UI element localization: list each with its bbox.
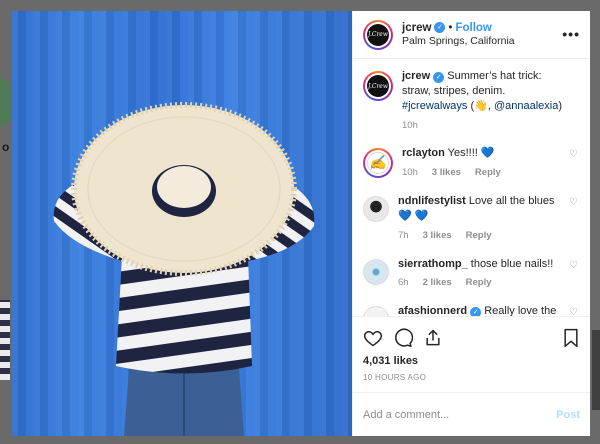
comment-item: ✍ rclayton Yes!!!! 💙 10h 3 likes Reply ♡ xyxy=(363,146,580,180)
comment-text: Really love the xyxy=(484,305,557,317)
author-username[interactable]: jcrew xyxy=(402,21,431,35)
backdrop-thumbnail xyxy=(0,78,12,126)
caption-hashtag[interactable]: #jcrewalways xyxy=(402,100,467,112)
like-comment-heart-icon[interactable]: ♡ xyxy=(569,149,578,160)
caption-mention[interactable]: @annaalexia xyxy=(494,100,558,112)
comment-input[interactable] xyxy=(363,408,557,421)
comment-time[interactable]: 6h xyxy=(398,277,409,290)
caption-paren-close: ) xyxy=(558,99,563,112)
comment-time[interactable]: 10h xyxy=(402,167,418,180)
post-header: J.Crew jcrew ✓ • Follow Palm Springs, Ca… xyxy=(353,11,590,59)
caption: J.Crew jcrew ✓ Summer’s hat trick: straw… xyxy=(363,69,580,132)
backdrop-image-right xyxy=(592,330,600,410)
caption-paren-open: (👋, xyxy=(470,99,491,112)
avatar-logo: ✍ xyxy=(367,152,389,175)
verified-badge-icon: ✓ xyxy=(433,72,445,84)
avatar-logo: J.Crew xyxy=(367,75,389,97)
backdrop-text: o xyxy=(2,140,10,154)
comments-list[interactable]: J.Crew jcrew ✓ Summer’s hat trick: straw… xyxy=(353,59,590,317)
likes-count[interactable]: 4,031 likes xyxy=(363,355,580,367)
post-details-panel: J.Crew jcrew ✓ • Follow Palm Springs, Ca… xyxy=(352,11,590,436)
like-comment-heart-icon[interactable]: ♡ xyxy=(569,307,578,316)
bookmark-icon[interactable] xyxy=(562,328,580,348)
add-comment-bar: Post xyxy=(353,392,590,436)
reply-button[interactable]: Reply xyxy=(466,230,492,243)
comment-likes[interactable]: 3 likes xyxy=(423,230,452,243)
post-location[interactable]: Palm Springs, California xyxy=(402,35,515,48)
author-avatar[interactable]: J.Crew xyxy=(363,19,393,50)
photo-illustration xyxy=(53,102,315,436)
comment-likes[interactable]: 2 likes xyxy=(423,277,452,290)
caption-time[interactable]: 10h xyxy=(402,120,418,133)
backdrop-image xyxy=(0,300,10,380)
heart-icon[interactable] xyxy=(363,328,383,348)
comment-icon[interactable] xyxy=(393,328,413,348)
comment-text: those blue nails!! xyxy=(470,257,554,270)
comment-time[interactable]: 7h xyxy=(398,230,409,243)
share-icon[interactable] xyxy=(423,328,443,348)
comment-username[interactable]: rclayton xyxy=(402,147,445,159)
avatar-logo: J.Crew xyxy=(367,23,389,46)
post-modal: J.Crew jcrew ✓ • Follow Palm Springs, Ca… xyxy=(12,11,590,436)
comment-text: Yes!!!! 💙 xyxy=(447,147,495,160)
post-actions: 4,031 likes 10 HOURS AGO xyxy=(353,317,590,382)
post-photo[interactable] xyxy=(12,11,352,436)
commenter-avatar[interactable] xyxy=(363,258,389,285)
verified-badge-icon: ✓ xyxy=(470,307,482,316)
post-timestamp[interactable]: 10 HOURS AGO xyxy=(363,373,580,382)
caption-avatar[interactable]: J.Crew xyxy=(363,71,393,101)
commenter-avatar[interactable] xyxy=(363,196,389,222)
comment-likes[interactable]: 3 likes xyxy=(432,167,461,180)
follow-button[interactable]: Follow xyxy=(455,21,491,35)
commenter-avatar[interactable]: ✍ xyxy=(363,148,393,179)
reply-button[interactable]: Reply xyxy=(466,277,492,290)
separator-dot: • xyxy=(448,21,453,34)
like-comment-heart-icon[interactable]: ♡ xyxy=(569,260,578,271)
comment-item: afashionnerd ✓ Really love the ♡ xyxy=(363,304,580,317)
reply-button[interactable]: Reply xyxy=(475,167,501,180)
comment-username[interactable]: afashionnerd xyxy=(398,305,467,316)
comment-username[interactable]: ndnlifestylist xyxy=(398,195,466,207)
caption-username[interactable]: jcrew xyxy=(402,70,430,82)
comment-item: ndnlifestylist Love all the blues 💙 💙 7h… xyxy=(363,194,580,243)
post-comment-button[interactable]: Post xyxy=(556,409,580,421)
comment-item: sierrathomp_ those blue nails!! 6h 2 lik… xyxy=(363,257,580,291)
comment-username[interactable]: sierrathomp_ xyxy=(398,258,468,270)
like-comment-heart-icon[interactable]: ♡ xyxy=(569,197,578,208)
commenter-avatar[interactable] xyxy=(363,306,389,316)
more-options-icon[interactable]: ••• xyxy=(562,26,580,42)
verified-badge-icon: ✓ xyxy=(434,22,446,34)
